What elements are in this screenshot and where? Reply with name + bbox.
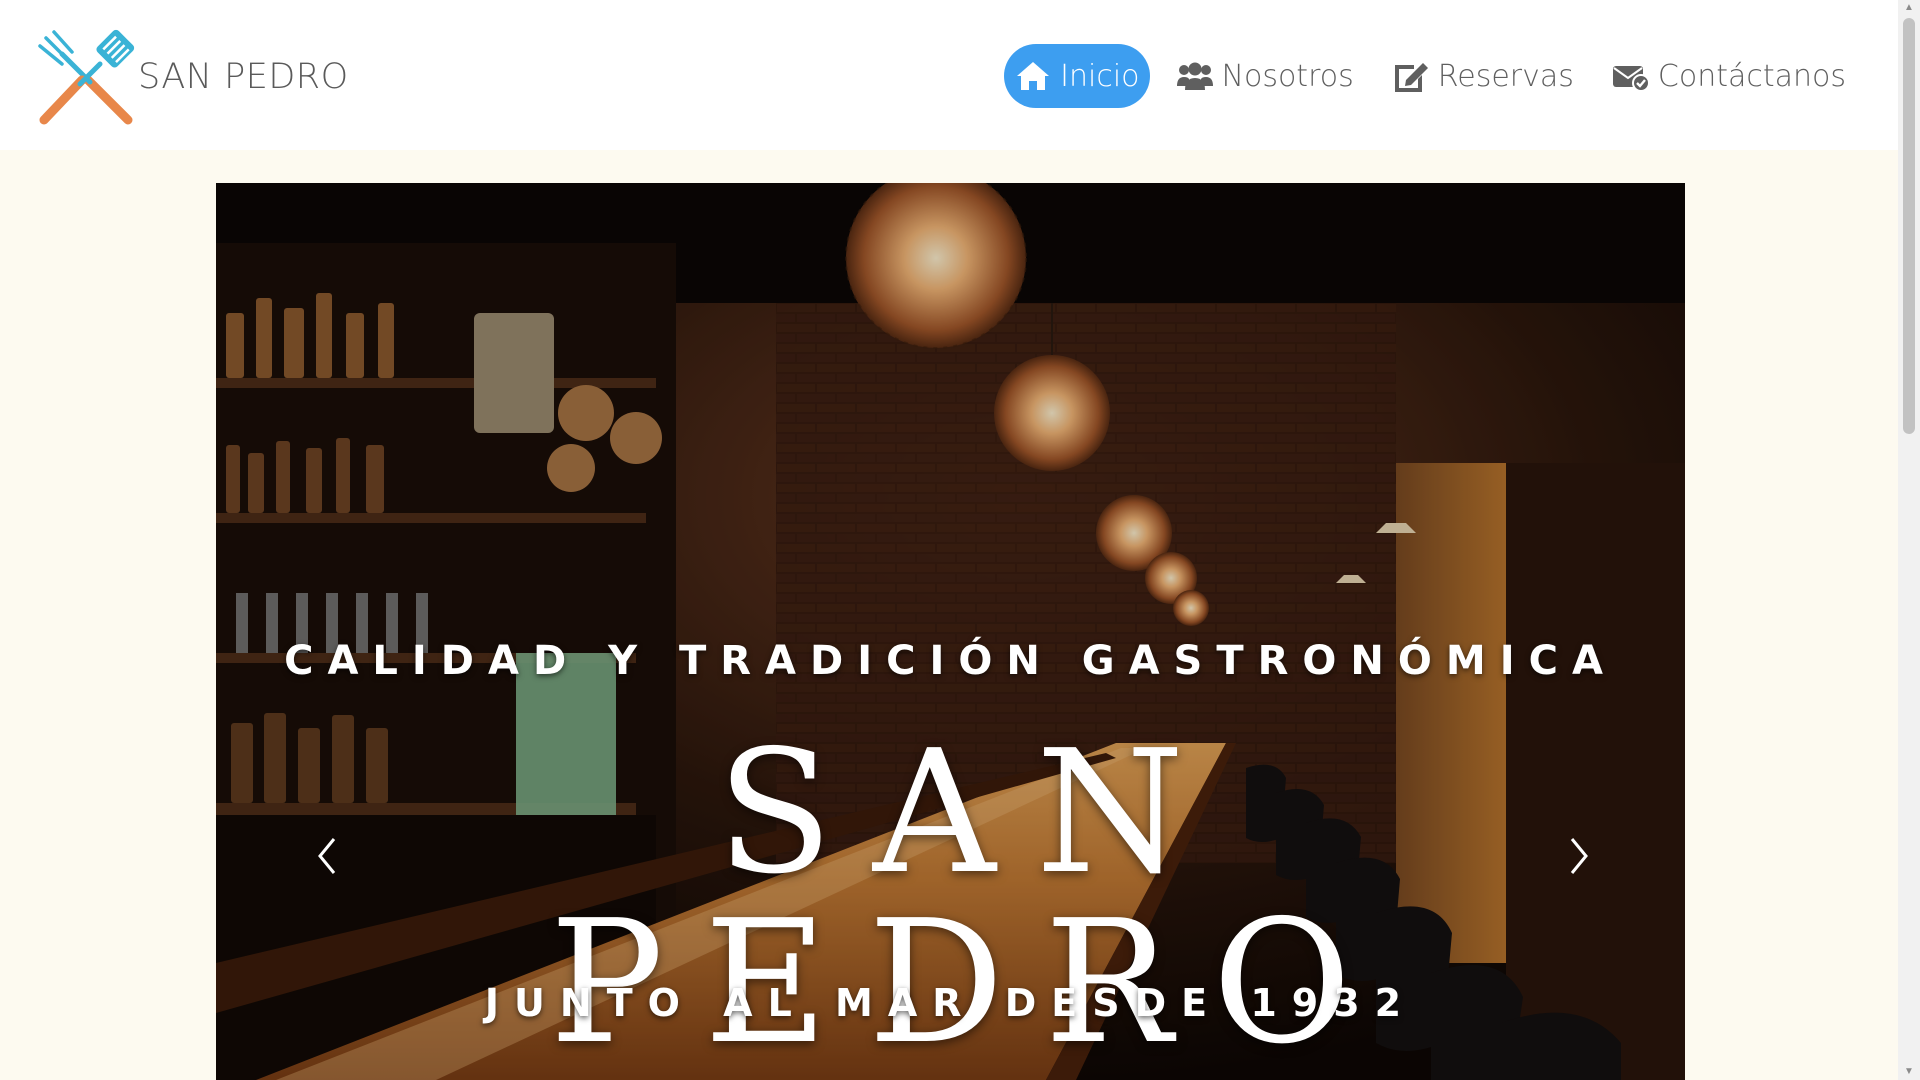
carousel-next-button[interactable] bbox=[1558, 831, 1598, 881]
scroll-up-icon[interactable]: ▲ bbox=[1902, 2, 1916, 14]
nav-item-inicio[interactable]: Inicio bbox=[1004, 44, 1150, 108]
nav-item-nosotros[interactable]: Nosotros bbox=[1164, 44, 1366, 108]
page-scrollbar[interactable]: ▲ ▼ bbox=[1898, 0, 1920, 1080]
hero-tagline: CALIDAD Y TRADICIÓN GASTRONÓMICA bbox=[284, 638, 1617, 684]
brand-name: SAN PEDRO bbox=[138, 57, 349, 97]
navbar: SAN PEDRO Inicio Nosotros Reservas Contá… bbox=[0, 0, 1898, 150]
hero-carousel: CALIDAD Y TRADICIÓN GASTRONÓMICA SAN PED… bbox=[216, 183, 1685, 1080]
nav-item-reservas[interactable]: Reservas bbox=[1380, 44, 1586, 108]
hero-subtitle: JUNTO AL MAR DESDE 1932 bbox=[484, 981, 1417, 1025]
envelope-check-icon bbox=[1612, 66, 1650, 92]
chevron-left-icon bbox=[318, 838, 336, 874]
nav-item-label: Nosotros bbox=[1221, 58, 1354, 94]
nav-item-label: Inicio bbox=[1060, 58, 1140, 94]
carousel-prev-button[interactable] bbox=[308, 831, 348, 881]
scroll-thumb[interactable] bbox=[1903, 18, 1915, 434]
nav-item-label: Contáctanos bbox=[1657, 58, 1846, 94]
users-icon bbox=[1176, 62, 1213, 90]
nav-item-label: Reservas bbox=[1437, 58, 1574, 94]
crossed-spatula-fork-icon bbox=[38, 29, 135, 125]
home-icon bbox=[1017, 62, 1050, 90]
chevron-right-icon bbox=[1570, 838, 1588, 874]
main-nav: Inicio Nosotros Reservas Contáctanos bbox=[1004, 44, 1858, 108]
scroll-down-icon[interactable]: ▼ bbox=[1902, 1066, 1916, 1078]
edit-icon bbox=[1394, 63, 1428, 92]
nav-item-contactanos[interactable]: Contáctanos bbox=[1600, 44, 1858, 108]
brand-link[interactable]: SAN PEDRO bbox=[36, 28, 349, 126]
